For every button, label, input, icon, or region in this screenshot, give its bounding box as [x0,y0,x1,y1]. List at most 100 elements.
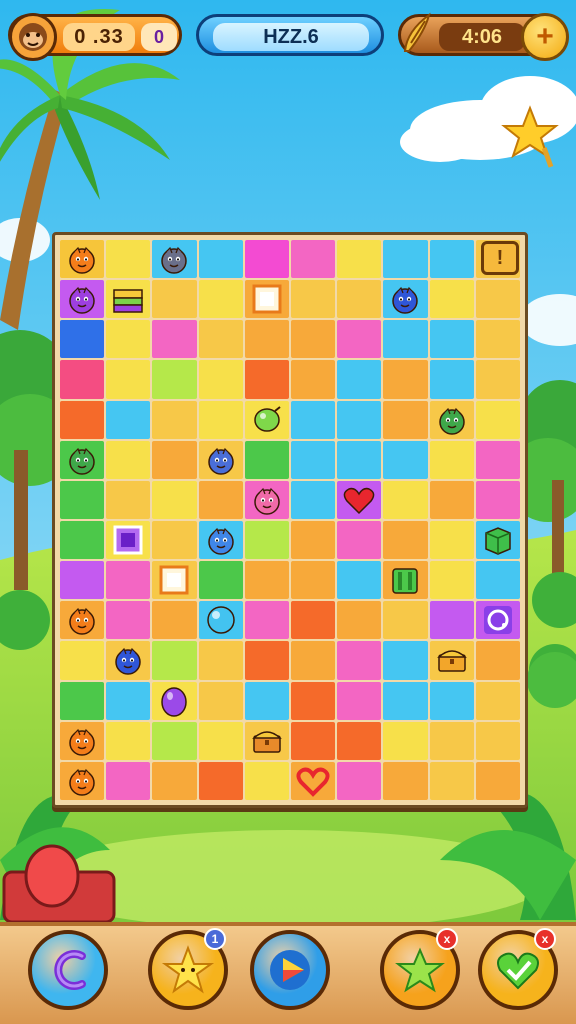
board-tile[interactable] [475,520,520,560]
board-tile[interactable] [60,520,105,560]
board-tile[interactable] [429,400,474,439]
board-tile[interactable] [383,561,428,600]
board-tile[interactable] [198,400,243,439]
board-tile[interactable] [291,360,336,399]
board-tile[interactable] [60,440,105,479]
board-tile[interactable] [383,520,428,560]
board-tile[interactable] [475,761,520,800]
board-tile[interactable] [337,480,382,519]
board-tile[interactable] [60,400,105,439]
board-tile[interactable] [60,681,105,720]
board-tile[interactable] [291,240,336,279]
board-tile[interactable] [244,761,289,800]
board-tile[interactable] [337,561,382,600]
board-tile[interactable] [429,480,474,519]
board-tile[interactable] [244,601,289,640]
board-tile[interactable] [106,601,151,640]
board-tile[interactable] [244,520,289,560]
board-tile[interactable] [198,360,243,399]
board-tile[interactable] [198,721,243,760]
board-tile[interactable] [291,320,336,359]
board-tile[interactable] [337,721,382,760]
board-tile[interactable] [152,681,197,720]
board-tile[interactable] [244,320,289,359]
board-menu-button[interactable]: ! [481,241,519,275]
board-tile[interactable] [152,400,197,439]
board-tile[interactable] [60,360,105,399]
board-tile[interactable] [475,480,520,519]
board-tile[interactable] [60,240,105,279]
board-tile[interactable] [152,601,197,640]
board-tile[interactable] [60,641,105,680]
board-tile[interactable] [60,280,105,319]
board-tile[interactable] [475,440,520,479]
board-tile[interactable] [106,480,151,519]
board-tile[interactable] [152,480,197,519]
board-tile[interactable] [337,761,382,800]
board-tile[interactable] [429,360,474,399]
board-tile[interactable] [383,440,428,479]
board-tile[interactable] [60,480,105,519]
board-tile[interactable] [152,360,197,399]
board-tile[interactable] [429,561,474,600]
board-tile[interactable] [198,641,243,680]
board-tile[interactable] [244,721,289,760]
board-tile[interactable] [383,761,428,800]
board-tile[interactable] [337,320,382,359]
board-tile[interactable] [475,400,520,439]
board-tile[interactable] [244,440,289,479]
board-tile[interactable] [244,280,289,319]
board-tile[interactable] [244,360,289,399]
board-tile[interactable] [475,320,520,359]
board-tile[interactable] [291,561,336,600]
board-tile[interactable] [106,520,151,560]
board-tile[interactable] [198,240,243,279]
board-tile[interactable] [106,440,151,479]
board-tile[interactable] [152,440,197,479]
board-tile[interactable] [152,561,197,600]
board-tile[interactable] [429,601,474,640]
board-tile[interactable] [291,520,336,560]
board-tile[interactable] [198,480,243,519]
board-tile[interactable] [383,360,428,399]
board-tile[interactable] [291,681,336,720]
board-tile[interactable] [475,681,520,720]
board-tile[interactable] [106,280,151,319]
board-tile[interactable] [198,561,243,600]
board-tile[interactable] [198,280,243,319]
board-tile[interactable] [383,641,428,680]
board-tile[interactable] [475,721,520,760]
board-tile[interactable] [244,561,289,600]
board-tile[interactable] [106,561,151,600]
board-tile[interactable] [337,400,382,439]
board-tile[interactable] [475,561,520,600]
board-tile[interactable] [244,641,289,680]
board-tile[interactable] [337,240,382,279]
board-tile[interactable] [475,601,520,640]
board-tile[interactable] [337,641,382,680]
board-tile[interactable] [106,240,151,279]
board-tile[interactable] [475,280,520,319]
board-tile[interactable] [383,240,428,279]
board-tile[interactable] [429,280,474,319]
player-avatar[interactable] [9,13,57,61]
board-tile[interactable] [152,320,197,359]
board-tile[interactable] [291,440,336,479]
board-tile[interactable] [106,400,151,439]
board-tile[interactable] [337,681,382,720]
board-tile[interactable] [383,280,428,319]
board-tile[interactable] [152,520,197,560]
board-tile[interactable] [291,480,336,519]
board-tile[interactable] [291,721,336,760]
board-tile[interactable] [106,641,151,680]
board-tile[interactable] [198,520,243,560]
star-hint-button[interactable]: 1 [148,928,228,1010]
board-tile[interactable] [291,641,336,680]
board-tile[interactable] [337,360,382,399]
board-tile[interactable] [475,641,520,680]
board-tile[interactable] [152,721,197,760]
board-tile[interactable] [244,681,289,720]
board-tile[interactable] [60,761,105,800]
board-tile[interactable] [106,681,151,720]
board-tile[interactable] [198,440,243,479]
